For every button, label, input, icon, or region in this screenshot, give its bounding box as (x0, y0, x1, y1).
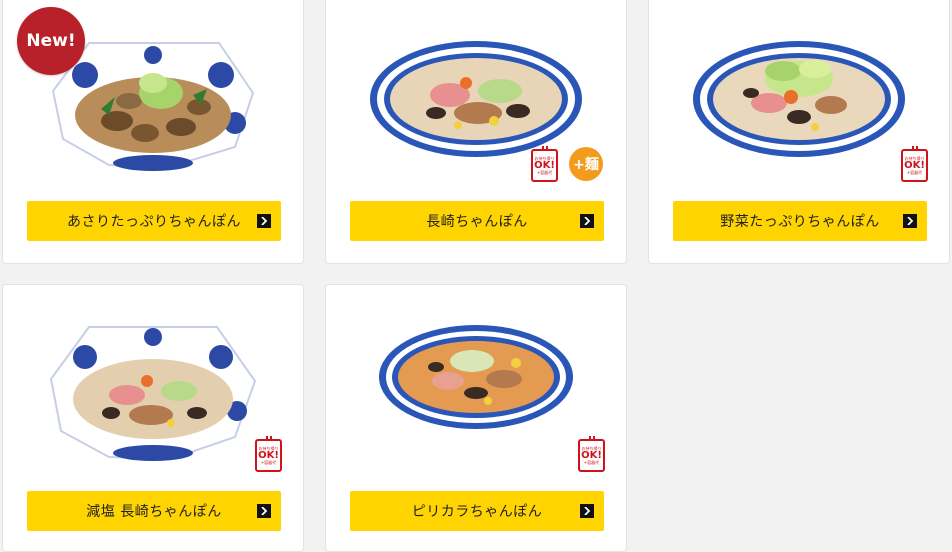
menu-card-yasai-champon[interactable]: お持ち帰り OK! +容器代 野菜たっぷりちゃんぽん (648, 0, 950, 264)
menu-item-label: 減塩 長崎ちゃんぽん (86, 504, 222, 520)
menu-button-nagasaki-champon[interactable]: 長崎ちゃんぽん (350, 201, 604, 241)
menu-item-label: 長崎ちゃんぽん (426, 214, 528, 230)
chevron-right-icon (257, 214, 271, 228)
genen-champon-bowl-image[interactable] (47, 321, 259, 465)
chevron-right-icon (903, 214, 917, 228)
menu-card-pirikara-champon[interactable]: お持ち帰り OK! +容器代 ピリカラちゃんぽん (325, 284, 627, 552)
takeout-ok-badge: お持ち帰り OK! +容器代 (531, 146, 558, 182)
takeout-ok-badge: お持ち帰り OK! +容器代 (901, 146, 928, 182)
takeout-ok-badge: お持ち帰り OK! +容器代 (255, 436, 282, 472)
menu-item-label: あさりたっぷりちゃんぽん (67, 214, 241, 230)
takeout-ok-badge: お持ち帰り OK! +容器代 (578, 436, 605, 472)
menu-item-label: ピリカラちゃんぽん (411, 504, 543, 520)
menu-item-label: 野菜たっぷりちゃんぽん (720, 214, 880, 230)
menu-button-genen-nagasaki-champon[interactable]: 減塩 長崎ちゃんぽん (27, 491, 281, 531)
pirikara-champon-bowl-image[interactable] (376, 321, 576, 433)
chevron-right-icon (580, 214, 594, 228)
menu-button-yasai-champon[interactable]: 野菜たっぷりちゃんぽん (673, 201, 927, 241)
new-badge: New! (17, 7, 85, 75)
menu-card-nagasaki-champon[interactable]: お持ち帰り OK! +容器代 +麺 長崎ちゃんぽん (325, 0, 627, 264)
menu-button-pirikara-champon[interactable]: ピリカラちゃんぽん (350, 491, 604, 531)
menu-button-asari-champon[interactable]: あさりたっぷりちゃんぽん (27, 201, 281, 241)
menu-card-asari-champon[interactable]: New! あさりたっぷりちゃんぽん (2, 0, 304, 264)
yasai-champon-bowl-image[interactable] (691, 35, 907, 163)
extra-noodle-badge: +麺 (569, 147, 603, 181)
nagasaki-champon-bowl-image[interactable] (368, 35, 584, 163)
chevron-right-icon (257, 504, 271, 518)
chevron-right-icon (580, 504, 594, 518)
menu-card-genen-nagasaki-champon[interactable]: お持ち帰り OK! +容器代 減塩 長崎ちゃんぽん (2, 284, 304, 552)
